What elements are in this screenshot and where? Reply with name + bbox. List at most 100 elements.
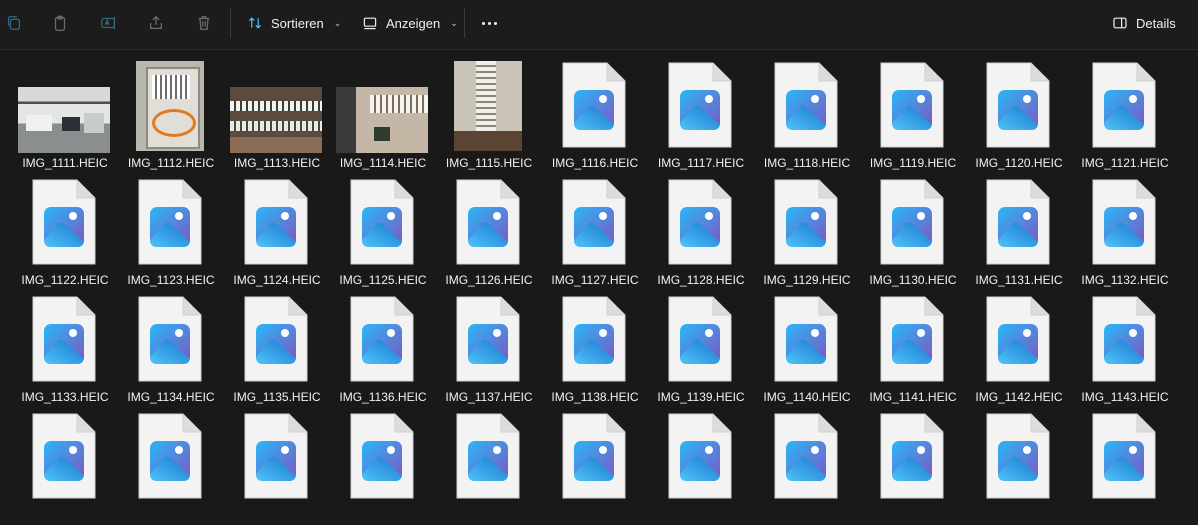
file-thumbnail	[652, 178, 748, 270]
file-item[interactable]	[118, 408, 224, 525]
image-file-icon	[986, 62, 1050, 148]
image-file-icon	[562, 179, 626, 265]
file-item[interactable]: IMG_1126.HEIC	[436, 174, 542, 291]
image-file-icon	[244, 296, 308, 382]
file-item[interactable]	[436, 408, 542, 525]
file-item[interactable]: IMG_1128.HEIC	[648, 174, 754, 291]
file-thumbnail	[864, 412, 960, 504]
file-item[interactable]: IMG_1123.HEIC	[118, 174, 224, 291]
image-file-icon	[138, 296, 202, 382]
file-item[interactable]: IMG_1118.HEIC	[754, 57, 860, 174]
file-item[interactable]: IMG_1138.HEIC	[542, 291, 648, 408]
file-thumbnail	[546, 295, 642, 387]
file-item[interactable]: IMG_1130.HEIC	[860, 174, 966, 291]
file-item[interactable]: IMG_1140.HEIC	[754, 291, 860, 408]
sort-button[interactable]: Sortieren ⌄	[247, 10, 341, 36]
file-item[interactable]: IMG_1133.HEIC	[12, 291, 118, 408]
file-name: IMG_1136.HEIC	[339, 390, 427, 404]
file-thumbnail	[16, 412, 112, 504]
file-item[interactable]: IMG_1142.HEIC	[966, 291, 1072, 408]
file-item[interactable]: IMG_1114.HEIC	[330, 57, 436, 174]
file-item[interactable]	[966, 408, 1072, 525]
file-item[interactable]	[754, 408, 860, 525]
file-thumbnail	[864, 61, 960, 153]
file-thumbnail	[546, 61, 642, 153]
file-name: IMG_1131.HEIC	[975, 273, 1063, 287]
file-name: IMG_1127.HEIC	[551, 273, 639, 287]
file-thumbnail	[758, 61, 854, 153]
more-options-button[interactable]	[478, 13, 500, 33]
delete-icon[interactable]	[192, 11, 216, 35]
image-file-icon	[456, 179, 520, 265]
copy-icon[interactable]	[2, 11, 26, 35]
file-item[interactable]: IMG_1127.HEIC	[542, 174, 648, 291]
details-button[interactable]: Details	[1112, 10, 1176, 36]
file-item[interactable]: IMG_1112.HEIC	[118, 57, 224, 174]
details-pane-icon	[1113, 17, 1127, 29]
file-thumbnail	[1076, 295, 1172, 387]
file-name: IMG_1119.HEIC	[869, 156, 957, 170]
photo-thumbnail	[440, 61, 536, 153]
file-item[interactable]	[542, 408, 648, 525]
file-item[interactable]: IMG_1139.HEIC	[648, 291, 754, 408]
file-thumbnail	[228, 295, 324, 387]
file-name: IMG_1124.HEIC	[233, 273, 321, 287]
file-item[interactable]	[330, 408, 436, 525]
file-item[interactable]: IMG_1117.HEIC	[648, 57, 754, 174]
file-thumbnail	[440, 295, 536, 387]
file-item[interactable]: IMG_1143.HEIC	[1072, 291, 1178, 408]
image-file-icon	[32, 179, 96, 265]
file-item[interactable]: IMG_1136.HEIC	[330, 291, 436, 408]
file-item[interactable]: IMG_1137.HEIC	[436, 291, 542, 408]
file-name: IMG_1129.HEIC	[763, 273, 851, 287]
image-file-icon	[562, 62, 626, 148]
file-thumbnail	[652, 295, 748, 387]
file-item[interactable]: IMG_1113.HEIC	[224, 57, 330, 174]
image-file-icon	[1092, 62, 1156, 148]
file-thumbnail	[228, 178, 324, 270]
file-item[interactable]: IMG_1119.HEIC	[860, 57, 966, 174]
file-item[interactable]	[1072, 408, 1178, 525]
image-file-icon	[880, 296, 944, 382]
file-thumbnail	[334, 178, 430, 270]
file-item[interactable]: IMG_1135.HEIC	[224, 291, 330, 408]
file-item[interactable]	[648, 408, 754, 525]
file-item[interactable]: IMG_1115.HEIC	[436, 57, 542, 174]
toolbar-divider	[230, 8, 231, 38]
file-item[interactable]: IMG_1134.HEIC	[118, 291, 224, 408]
file-item[interactable]	[224, 408, 330, 525]
file-thumbnail	[652, 412, 748, 504]
file-name: IMG_1116.HEIC	[551, 156, 639, 170]
file-item[interactable]: IMG_1129.HEIC	[754, 174, 860, 291]
paste-icon[interactable]	[48, 11, 72, 35]
file-item[interactable]: IMG_1111.HEIC	[12, 57, 118, 174]
view-button[interactable]: Anzeigen ⌄	[362, 10, 458, 36]
file-name: IMG_1111.HEIC	[22, 156, 108, 170]
file-item[interactable]: IMG_1116.HEIC	[542, 57, 648, 174]
file-name: IMG_1142.HEIC	[975, 390, 1063, 404]
file-item[interactable]: IMG_1132.HEIC	[1072, 174, 1178, 291]
file-grid: IMG_1111.HEIC IMG_1112.HEIC IMG_1113.HEI…	[12, 57, 1178, 525]
file-item[interactable]: IMG_1131.HEIC	[966, 174, 1072, 291]
image-file-icon	[1092, 296, 1156, 382]
file-item[interactable]: IMG_1122.HEIC	[12, 174, 118, 291]
file-name: IMG_1125.HEIC	[339, 273, 427, 287]
image-file-icon	[138, 413, 202, 499]
file-item[interactable]	[12, 408, 118, 525]
file-item[interactable]: IMG_1125.HEIC	[330, 174, 436, 291]
file-name: IMG_1118.HEIC	[763, 156, 851, 170]
file-thumbnail	[334, 295, 430, 387]
file-item[interactable]: IMG_1141.HEIC	[860, 291, 966, 408]
file-name: IMG_1138.HEIC	[551, 390, 639, 404]
image-file-icon	[244, 179, 308, 265]
file-item[interactable]	[860, 408, 966, 525]
rename-icon[interactable]	[97, 11, 121, 35]
file-item[interactable]: IMG_1121.HEIC	[1072, 57, 1178, 174]
image-file-icon	[456, 296, 520, 382]
share-icon[interactable]	[144, 11, 168, 35]
sort-icon	[248, 17, 262, 29]
file-name: IMG_1128.HEIC	[657, 273, 745, 287]
file-item[interactable]: IMG_1124.HEIC	[224, 174, 330, 291]
file-item[interactable]: IMG_1120.HEIC	[966, 57, 1072, 174]
image-file-icon	[774, 62, 838, 148]
